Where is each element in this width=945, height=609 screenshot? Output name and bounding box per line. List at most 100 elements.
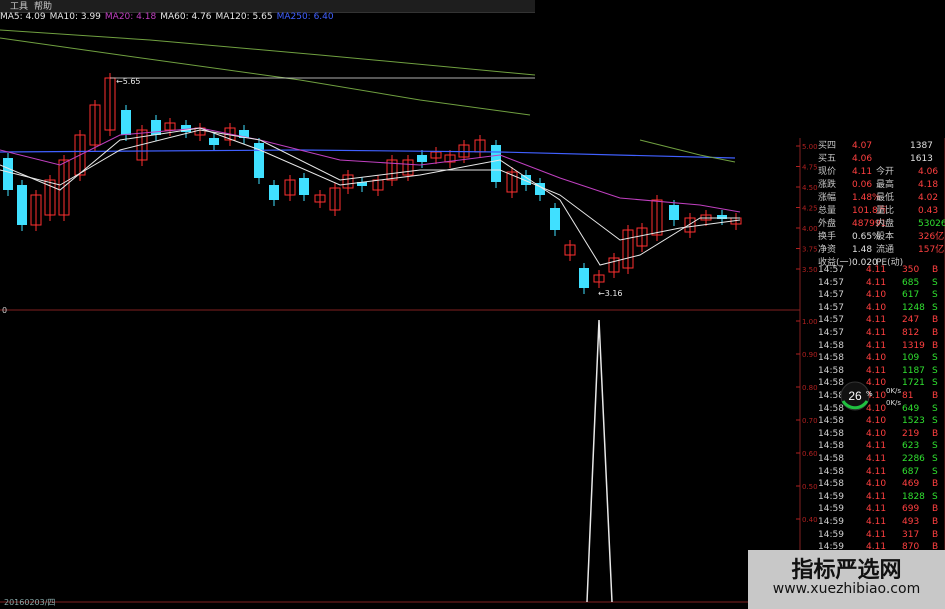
tick-price: 4.10 bbox=[866, 428, 887, 439]
ma120-line-right bbox=[639, 139, 736, 163]
tick-row: 14:59 4.11 317 B bbox=[800, 529, 945, 542]
tick-price: 4.10 bbox=[866, 290, 887, 301]
tick-vol: 317 bbox=[902, 529, 920, 540]
tick-row: 14:58 4.10 219 B bbox=[800, 428, 945, 441]
quote-value2: 0.43 bbox=[918, 206, 939, 216]
candle-body bbox=[550, 208, 560, 230]
tick-vol: 617 bbox=[902, 290, 920, 301]
tick-price: 4.11 bbox=[866, 441, 887, 452]
ma10-line bbox=[0, 129, 741, 241]
tick-vol: 687 bbox=[902, 466, 920, 477]
candle-body bbox=[3, 158, 13, 190]
tick-row: 14:59 4.11 1828 S bbox=[800, 491, 945, 504]
badge-up-speed: 0K/s bbox=[886, 387, 902, 395]
watermark: 指标严选网 www.xuezhibiao.com bbox=[748, 550, 945, 609]
quote-extra: 1387 bbox=[910, 141, 933, 151]
candle-body bbox=[579, 268, 589, 288]
quote-row: 现价 4.11 今开 4.06 bbox=[800, 166, 945, 179]
quote-value: 4.06 bbox=[852, 154, 873, 164]
ma250-line bbox=[0, 149, 736, 159]
tick-time: 14:57 bbox=[818, 315, 844, 326]
ma-legend-item: MA250: 6.40 bbox=[276, 12, 334, 22]
tick-time: 14:58 bbox=[818, 428, 844, 439]
tick-time: 14:58 bbox=[818, 416, 844, 427]
tick-side: S bbox=[932, 353, 938, 364]
ma120-line-upper bbox=[0, 29, 536, 76]
quote-label: 涨幅 bbox=[818, 193, 837, 203]
tick-vol: 699 bbox=[902, 504, 920, 515]
tick-vol: 109 bbox=[902, 353, 920, 364]
tick-time: 14:59 bbox=[818, 529, 844, 540]
tick-time: 14:58 bbox=[818, 441, 844, 452]
quote-label2: 流通 bbox=[876, 245, 895, 255]
ma-legend-item: MA60: 4.76 bbox=[160, 12, 212, 22]
tick-side: S bbox=[932, 441, 938, 452]
tick-time: 14:57 bbox=[818, 265, 844, 275]
quote-value2: 4.06 bbox=[918, 167, 939, 177]
candle-body bbox=[209, 138, 219, 145]
candle-body bbox=[299, 178, 309, 195]
tick-price: 4.11 bbox=[866, 315, 887, 326]
tick-row: 14:59 4.11 493 B bbox=[800, 516, 945, 529]
tick-vol: 623 bbox=[902, 441, 920, 452]
quote-label2: 内盘 bbox=[876, 219, 895, 229]
tick-row: 14:58 4.11 687 S bbox=[800, 466, 945, 479]
tick-price: 4.10 bbox=[866, 479, 887, 490]
quote-label: 涨跌 bbox=[818, 180, 837, 190]
tick-side: B bbox=[932, 504, 939, 515]
tick-side: B bbox=[932, 340, 939, 351]
tick-row: 14:57 4.11 350 B bbox=[800, 264, 945, 277]
quote-label2: 最低 bbox=[876, 193, 895, 203]
tick-row: 14:57 4.11 685 S bbox=[800, 277, 945, 290]
indicator-spike bbox=[586, 319, 613, 603]
tick-side: S bbox=[932, 302, 938, 313]
tick-time: 14:57 bbox=[818, 302, 844, 313]
tick-time: 14:58 bbox=[818, 479, 844, 490]
tick-vol: 1523 bbox=[902, 416, 925, 427]
tick-price: 4.11 bbox=[866, 491, 887, 502]
menu-tools[interactable]: 工具 bbox=[10, 0, 28, 12]
quote-row: 买五 4.06 1613 bbox=[800, 153, 945, 166]
candle-body bbox=[269, 185, 279, 200]
quote-label: 现价 bbox=[818, 167, 837, 177]
network-speed-badge[interactable]: 26 % 0K/s 0K/s bbox=[840, 381, 901, 411]
quote-extra: 1613 bbox=[910, 154, 933, 164]
tick-time: 14:59 bbox=[818, 491, 844, 502]
tick-price: 4.10 bbox=[866, 302, 887, 313]
ma-legend-item: MA20: 4.18 bbox=[104, 12, 157, 22]
quote-row: 换手 0.65% 股本 326亿 bbox=[800, 231, 945, 244]
tick-vol: 812 bbox=[902, 328, 920, 338]
quote-value: 4.11 bbox=[852, 167, 873, 177]
quote-label: 买五 bbox=[818, 154, 837, 164]
tick-side: S bbox=[932, 416, 938, 427]
tick-row: 14:57 4.10 617 S bbox=[800, 289, 945, 302]
quote-label: 买四 bbox=[818, 141, 837, 151]
tick-row: 14:57 4.11 247 B bbox=[800, 314, 945, 327]
tick-time: 14:57 bbox=[818, 290, 844, 301]
tick-side: B bbox=[932, 391, 939, 401]
quote-row: 涨跌 0.06 最高 4.18 bbox=[800, 179, 945, 192]
tick-row: 14:58 4.11 2286 S bbox=[800, 453, 945, 466]
tick-time: 14:58 bbox=[818, 466, 844, 477]
tick-side: B bbox=[932, 479, 939, 490]
candle-body bbox=[17, 185, 27, 225]
menu-help[interactable]: 帮助 bbox=[34, 0, 52, 12]
quote-value2: 157亿 bbox=[918, 245, 945, 255]
ma-legend-item: MA10: 3.99 bbox=[49, 12, 101, 22]
quote-label: 换手 bbox=[818, 232, 837, 242]
quote-value: 0.06 bbox=[852, 180, 873, 190]
tick-price: 4.10 bbox=[866, 416, 887, 427]
tick-price: 4.11 bbox=[866, 504, 887, 515]
tick-side: B bbox=[932, 428, 939, 439]
watermark-url: www.xuezhibiao.com bbox=[772, 581, 921, 597]
tick-time: 14:57 bbox=[818, 328, 844, 338]
bottom-date: 20160203/四 bbox=[4, 598, 56, 607]
tick-vol: 649 bbox=[902, 403, 920, 414]
tick-price: 4.11 bbox=[866, 340, 887, 351]
quote-panel: 买四 4.07 1387 买五 4.06 1613 现价 4.11 今开 4.06 涨跌 0.06 最高… bbox=[800, 138, 945, 608]
candle-body bbox=[151, 120, 161, 135]
tick-side: S bbox=[932, 277, 938, 288]
tick-row: 14:58 4.10 1523 S bbox=[800, 415, 945, 428]
tick-vol: 1828 bbox=[902, 491, 925, 502]
tick-side: S bbox=[932, 403, 938, 414]
